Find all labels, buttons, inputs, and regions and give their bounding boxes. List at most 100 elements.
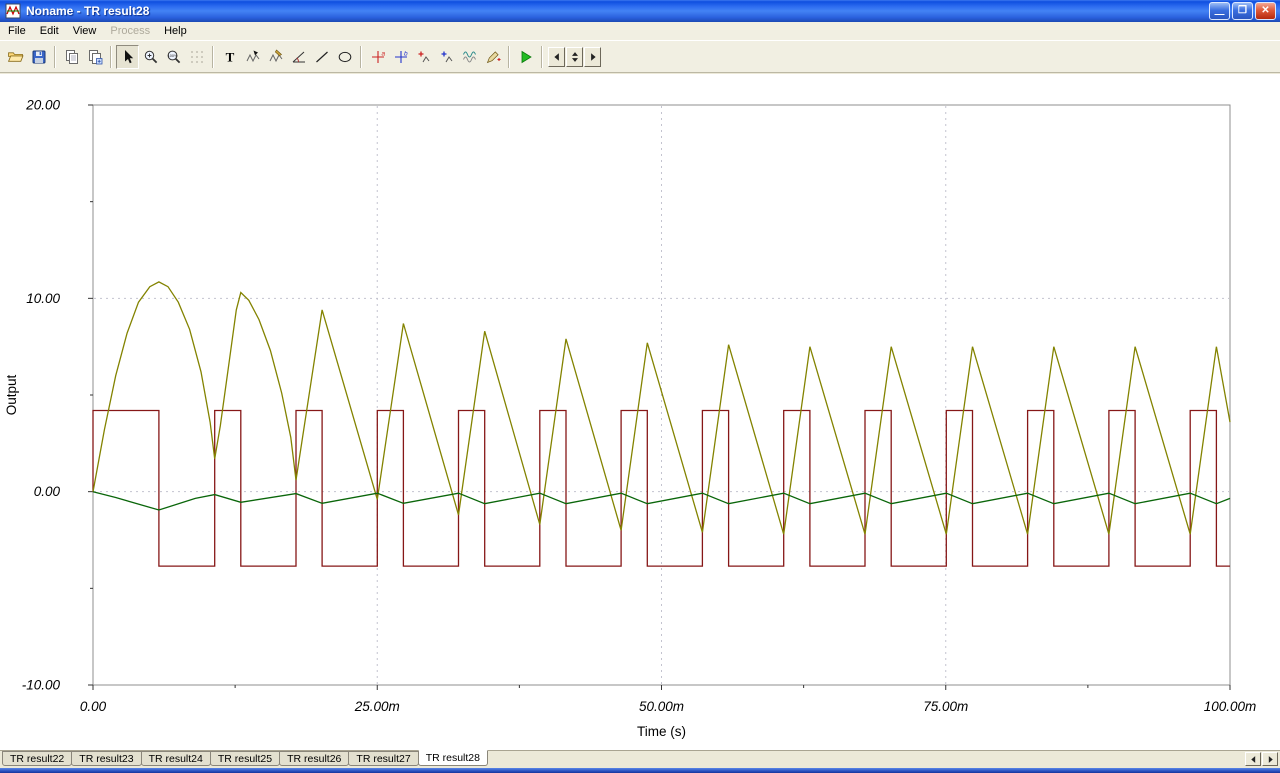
annotate-pen-icon [486, 50, 500, 63]
maximize-button[interactable]: ❐ [1232, 2, 1253, 20]
page-next-button[interactable] [584, 46, 601, 67]
open-folder-icon [7, 52, 24, 62]
edit-curve-icon [269, 49, 282, 62]
select-curve-button[interactable] [241, 45, 264, 69]
floppy-icon [32, 50, 45, 63]
ellipse-tool-icon [338, 51, 351, 62]
chart-client-area: 0.00 25.00m 50.00m 75.00m 100.00m 20.00 10.00 0… [0, 74, 1280, 750]
zoom-100-button[interactable]: 100% [162, 45, 185, 69]
menu-edit[interactable]: Edit [33, 23, 66, 39]
grid-toggle-button[interactable] [185, 45, 208, 69]
toolbar: 100% T a b [0, 41, 1280, 73]
y-tick-label: -10.00 [22, 678, 61, 693]
maximize-icon: ❐ [1238, 5, 1247, 16]
ellipse-tool-button[interactable] [333, 45, 356, 69]
tab-tr-result26[interactable]: TR result26 [279, 751, 350, 766]
line-tool-icon [315, 51, 328, 62]
add-marker-b-button[interactable] [435, 45, 458, 69]
tab-scroll-right-button[interactable] [1262, 752, 1278, 766]
zoom-in-button[interactable] [139, 45, 162, 69]
menu-view[interactable]: View [66, 23, 104, 39]
window-bottom-edge [0, 768, 1280, 773]
scroll-right-icon [1268, 755, 1273, 763]
close-icon: ✕ [1261, 5, 1270, 16]
svg-text:a: a [381, 50, 385, 57]
zoom-100-icon: 100% [167, 50, 180, 63]
slope-tool-icon [292, 51, 305, 62]
x-tick-label: 25.00m [354, 699, 400, 714]
line-tool-button[interactable] [310, 45, 333, 69]
copy-special-button[interactable] [83, 45, 106, 69]
toolbar-separator [541, 45, 543, 68]
zoom-in-icon [144, 50, 157, 63]
copy-button[interactable] [60, 45, 83, 69]
title-bar[interactable]: Noname - TR result28 — ❐ ✕ [0, 0, 1280, 22]
show-curves-icon [462, 51, 476, 62]
tab-tr-result24[interactable]: TR result24 [140, 751, 211, 766]
tab-tr-result25[interactable]: TR result25 [209, 751, 281, 766]
y-axis-title: Output [4, 374, 19, 415]
select-curve-icon [246, 50, 259, 62]
y-tick-label: 0.00 [34, 484, 61, 499]
window-title: Noname - TR result28 [26, 4, 150, 18]
cursor-a-button[interactable]: a [366, 45, 389, 69]
tab-scroll-left-button[interactable] [1245, 752, 1261, 766]
edit-curve-button[interactable] [264, 45, 287, 69]
open-button[interactable] [4, 45, 27, 69]
toolbar-separator [212, 45, 214, 68]
run-button[interactable] [514, 45, 537, 69]
text-tool-icon: T [225, 49, 234, 64]
x-tick-label: 100.00m [1204, 699, 1257, 714]
tab-tr-result22[interactable]: TR result22 [2, 751, 73, 766]
app-icon [5, 3, 21, 19]
page-spinner[interactable] [566, 46, 583, 67]
x-axis-title: Time (s) [637, 724, 686, 739]
run-icon [521, 50, 532, 63]
svg-text:T: T [225, 49, 234, 64]
svg-text:b: b [404, 50, 408, 57]
toolbar-separator [360, 45, 362, 68]
add-marker-b-icon [441, 51, 452, 62]
show-curves-button[interactable] [458, 45, 481, 69]
menu-help[interactable]: Help [157, 23, 194, 39]
x-tick-label: 50.00m [639, 699, 684, 714]
menu-file[interactable]: File [1, 23, 33, 39]
arrow-left-icon [553, 52, 559, 61]
text-tool-button[interactable]: T [218, 45, 241, 69]
copy-icon [65, 49, 78, 64]
cursor-b-button[interactable]: b [389, 45, 412, 69]
scroll-left-icon [1250, 755, 1255, 763]
y-tick-label: 20.00 [25, 98, 60, 113]
arrow-right-icon [590, 52, 596, 61]
select-cursor-button[interactable] [116, 44, 139, 69]
slope-tool-button[interactable] [287, 45, 310, 69]
save-button[interactable] [27, 45, 50, 69]
menu-bar: File Edit View Process Help [0, 22, 1280, 41]
x-tick-label: 75.00m [923, 699, 968, 714]
result-tab-bar: TR result22 TR result23 TR result24 TR r… [0, 750, 1280, 767]
tab-tr-result28[interactable]: TR result28 [417, 750, 488, 766]
grid-icon [190, 50, 203, 63]
minimize-icon: — [1214, 9, 1225, 20]
spinner-up-down-icon [571, 51, 578, 62]
add-marker-a-button[interactable] [412, 45, 435, 69]
tab-tr-result27[interactable]: TR result27 [348, 751, 419, 766]
toolbar-separator [54, 45, 56, 68]
minimize-button[interactable]: — [1209, 2, 1230, 20]
close-button[interactable]: ✕ [1255, 2, 1276, 20]
annotate-pen-button[interactable] [481, 45, 504, 69]
page-prev-button[interactable] [548, 46, 565, 67]
toolbar-separator [508, 45, 510, 68]
cursor-a-icon: a [371, 50, 385, 63]
arrow-cursor-icon [124, 49, 133, 63]
window-controls: — ❐ ✕ [1209, 2, 1276, 20]
toolbar-separator [110, 45, 112, 68]
waveform-chart[interactable]: 0.00 25.00m 50.00m 75.00m 100.00m 20.00 10.00 0… [0, 74, 1280, 750]
add-marker-a-icon [418, 51, 429, 62]
menu-process: Process [110, 25, 151, 37]
svg-text:100%: 100% [167, 54, 177, 58]
y-tick-label: 10.00 [26, 291, 60, 306]
cursor-b-icon: b [394, 50, 408, 63]
tab-tr-result23[interactable]: TR result23 [71, 751, 142, 766]
tab-scroll-controls [1245, 752, 1278, 766]
